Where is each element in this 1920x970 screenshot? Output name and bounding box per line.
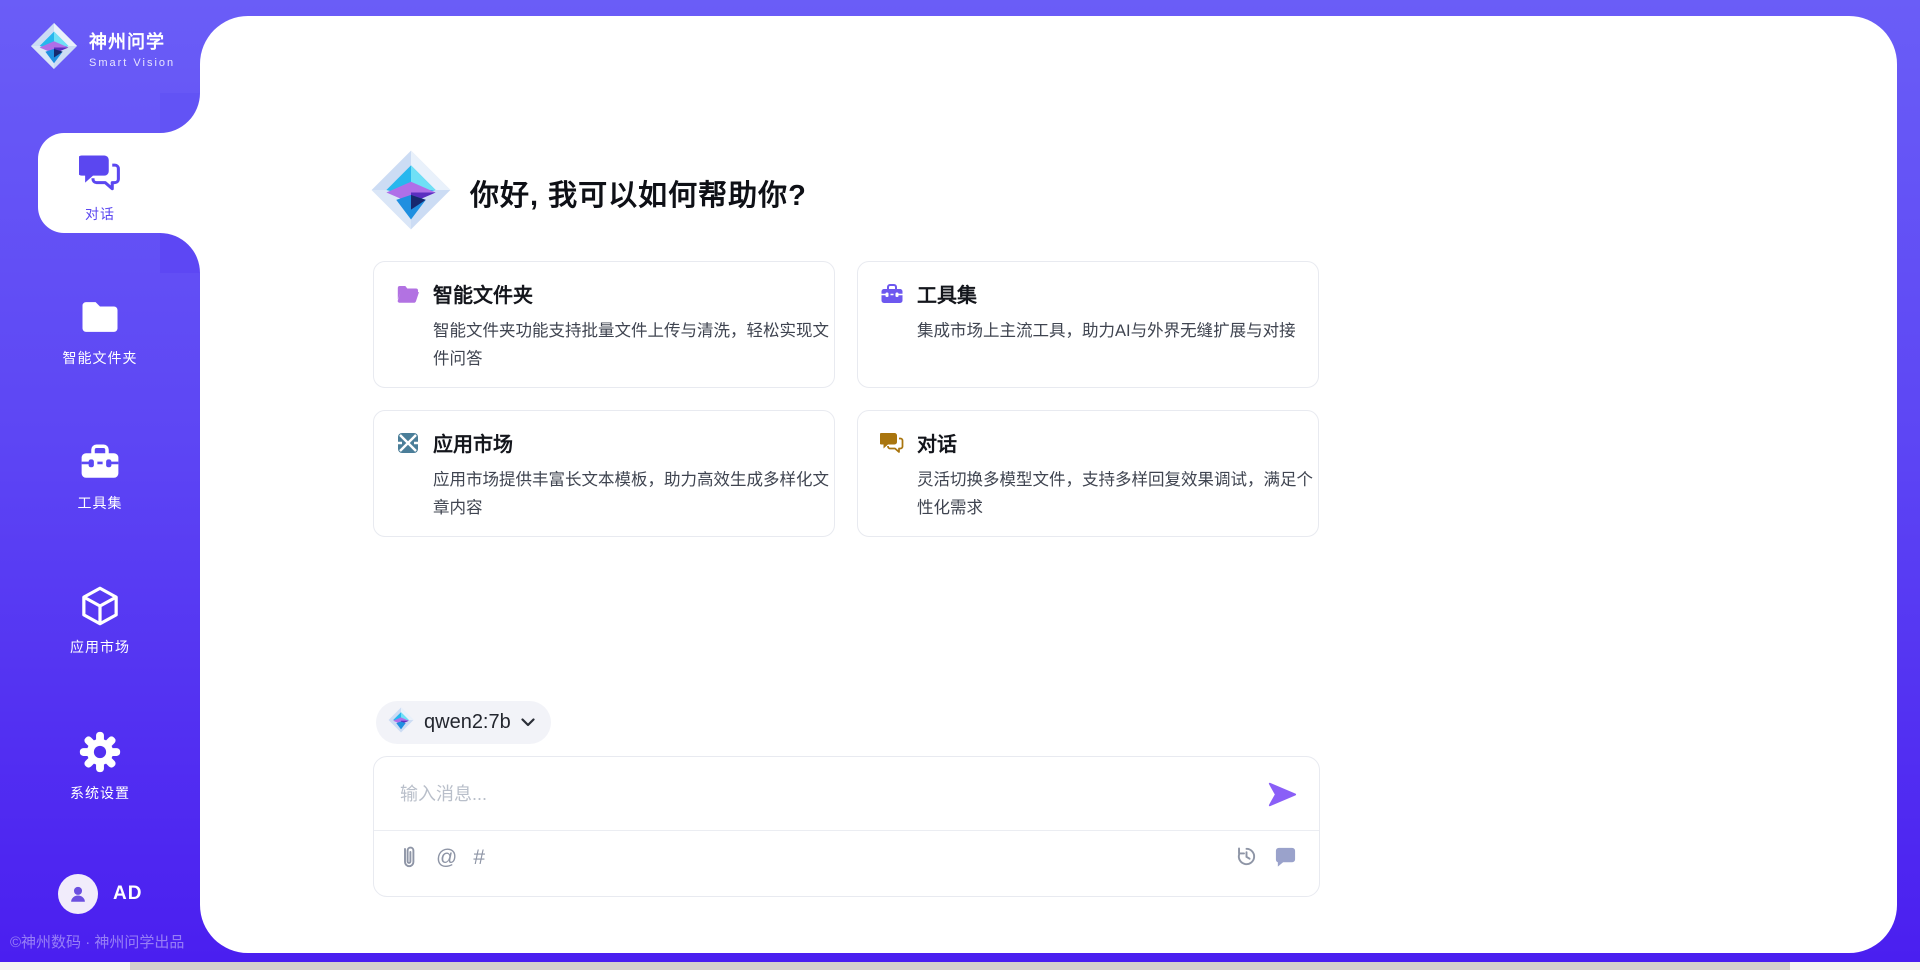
send-icon[interactable] xyxy=(1267,781,1297,808)
user-profile[interactable]: AD xyxy=(58,874,142,914)
tab-fillet-bottom xyxy=(160,233,200,273)
brand-subtitle: Smart Vision xyxy=(89,57,175,69)
sidebar-item-label: 系统设置 xyxy=(70,783,130,803)
composer: @ # xyxy=(373,756,1320,897)
folder-open-icon xyxy=(396,282,420,306)
composer-divider xyxy=(374,830,1319,831)
tab-fillet-top xyxy=(160,93,200,133)
chat-bubble-icon[interactable] xyxy=(1274,845,1297,868)
message-input[interactable] xyxy=(400,779,1250,809)
folder-icon xyxy=(79,296,121,338)
card-smart-folder[interactable]: 智能文件夹 智能文件夹功能支持批量文件上传与清洗，轻松实现文件问答 xyxy=(373,261,835,388)
brand: 神州问学 Smart Vision xyxy=(30,22,175,75)
toolbox-icon xyxy=(79,441,121,483)
brand-name: 神州问学 xyxy=(89,28,175,54)
horizontal-scrollbar-thumb[interactable] xyxy=(130,962,1790,970)
card-chat[interactable]: 对话 灵活切换多模型文件，支持多样回复效果调试，满足个性化需求 xyxy=(857,410,1319,537)
footer-credit: ©神州数码 · 神州问学出品 xyxy=(10,931,184,952)
sidebar-item-toolset[interactable]: 工具集 xyxy=(0,441,200,513)
hashtag-icon[interactable]: # xyxy=(473,845,485,871)
gear-icon xyxy=(79,731,121,773)
sidebar-item-app-market[interactable]: 应用市场 xyxy=(0,585,200,657)
sidebar-item-chat[interactable]: 对话 xyxy=(0,152,200,224)
hero-diamond-logo-icon xyxy=(370,149,452,236)
greeting-title: 你好, 我可以如何帮助你? xyxy=(470,172,807,214)
card-app-market[interactable]: 应用市场 应用市场提供丰富长文本模板，助力高效生成多样化文章内容 xyxy=(373,410,835,537)
brand-diamond-logo-icon xyxy=(30,22,78,75)
history-icon[interactable] xyxy=(1235,845,1258,868)
model-selector[interactable]: qwen2:7b xyxy=(376,701,551,744)
mention-icon[interactable]: @ xyxy=(436,845,457,871)
card-description: 集成市场上主流工具，助力AI与外界无缝扩展与对接 xyxy=(917,317,1313,345)
user-initials: AD xyxy=(113,883,142,905)
card-title: 应用市场 xyxy=(433,428,513,457)
sidebar-item-settings[interactable]: 系统设置 xyxy=(0,731,200,803)
hero: 你好, 我可以如何帮助你? xyxy=(370,149,807,236)
cube-icon xyxy=(79,585,121,627)
card-title: 智能文件夹 xyxy=(433,279,533,308)
paperclip-icon[interactable] xyxy=(398,845,420,871)
card-toolset[interactable]: 工具集 集成市场上主流工具，助力AI与外界无缝扩展与对接 xyxy=(857,261,1319,388)
app-window: 神州问学 Smart Vision 对话 智能文件夹 工具集 应 xyxy=(0,0,1920,970)
card-title: 对话 xyxy=(917,428,957,457)
chat-icon xyxy=(880,431,904,455)
model-name: qwen2:7b xyxy=(424,711,511,734)
sidebar-item-label: 工具集 xyxy=(78,493,123,513)
card-description: 智能文件夹功能支持批量文件上传与清洗，轻松实现文件问答 xyxy=(433,317,829,373)
card-description: 应用市场提供丰富长文本模板，助力高效生成多样化文章内容 xyxy=(433,466,829,522)
feature-cards: 智能文件夹 智能文件夹功能支持批量文件上传与清洗，轻松实现文件问答 工具集 集成… xyxy=(373,261,1320,537)
sidebar-item-smart-folder[interactable]: 智能文件夹 xyxy=(0,296,200,368)
card-description: 灵活切换多模型文件，支持多样回复效果调试，满足个性化需求 xyxy=(917,466,1313,522)
sidebar-item-label: 应用市场 xyxy=(70,637,130,657)
person-icon xyxy=(67,883,89,905)
sidebar-item-label: 对话 xyxy=(85,204,115,224)
chat-icon xyxy=(79,152,121,194)
sidebar-item-label: 智能文件夹 xyxy=(63,348,138,368)
grid-icon xyxy=(396,431,420,455)
chevron-down-icon xyxy=(521,718,535,727)
card-title: 工具集 xyxy=(917,279,977,308)
toolbox-icon xyxy=(880,282,904,306)
avatar xyxy=(58,874,98,914)
model-diamond-logo-icon xyxy=(388,707,414,738)
